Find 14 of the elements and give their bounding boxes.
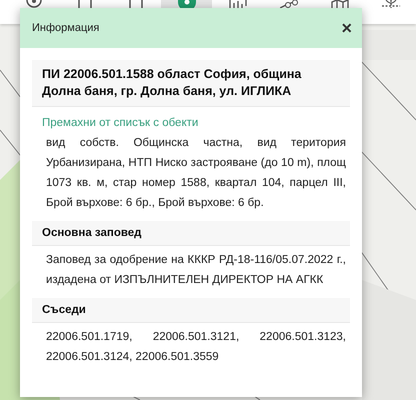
panel-title: Информация	[32, 22, 100, 34]
section-title: Основна заповед	[32, 221, 350, 246]
parcel-heading: ПИ 22006.501.1588 област София, община Долна баня, гр. Долна баня, ул. ИГЛИКА	[32, 60, 350, 107]
target-icon	[24, 0, 42, 8]
map-icon	[330, 0, 348, 8]
toolbar-tab[interactable]	[161, 0, 212, 8]
close-button[interactable]: ×	[339, 18, 354, 38]
section-text: Заповед за одобрение на КККР РД-18-116/05.07.2022 г., издадена от ИЗПЪЛНИТЕЛЕН ДИРЕКТОР НА АГКК	[45, 253, 347, 288]
crosshair-icon	[382, 0, 400, 8]
person-icon	[178, 0, 196, 8]
section-text: 22006.501.1719, 22006.501.3121, 22006.501.3123, 22006.501.3124, 22006.501.3559	[45, 330, 347, 365]
section-title: Съседи	[32, 298, 350, 323]
parcel-description: вид собств. Общинска частна, вид територия Урбанизирана, НТП Ниско застрояване (до 10 m), площ 1073 кв. м, стар номер 1588, квартал 104, парцел III, Брой върхове: 6 бр., Брой върхове: 6 бр.	[45, 136, 347, 211]
chart-icon	[228, 0, 246, 8]
